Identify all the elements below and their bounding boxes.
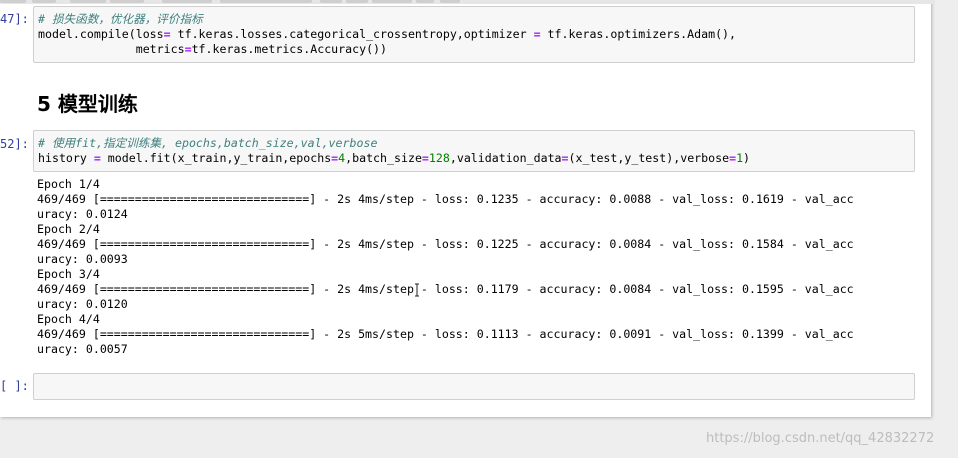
cell-prompt: [ ]: [0,379,29,393]
toolbar-button[interactable] [346,0,368,3]
code-editor[interactable]: # 损失函数，优化器，评价指标 model.compile(loss= tf.k… [33,6,915,63]
output-line: 469/469 [==============================]… [37,237,854,251]
output-line: uracy: 0.0057 [37,342,128,356]
toolbar-button[interactable] [372,0,412,3]
output-line: 469/469 [==============================]… [37,282,854,296]
code-editor[interactable]: # 使用fit,指定训练集, epochs,batch_size,val,ver… [33,130,915,172]
toolbar-button[interactable] [110,0,144,3]
toolbar-button[interactable] [220,0,312,3]
toolbar-button[interactable] [320,0,342,3]
toolbar-button[interactable] [416,0,434,3]
cell-prompt: 52]: [0,137,29,151]
notebook-page: 47]: # 损失函数，优化器，评价指标 model.compile(loss=… [0,0,958,417]
output-line: Epoch 2/4 [37,222,100,236]
output-line: 469/469 [==============================]… [37,327,854,341]
code-comment: # 损失函数，优化器，评价指标 [38,12,203,26]
text-cursor-icon [415,283,419,297]
code-line: history = model.fit(x_train,y_train,epoc… [38,151,751,165]
output-line: uracy: 0.0120 [37,297,128,311]
toolbar-button[interactable] [0,0,26,3]
cell-prompt: 47]: [0,12,29,26]
section-heading: 5 模型训练 [37,92,138,116]
page-scrollbar[interactable] [935,0,958,458]
code-comment: # 使用fit,指定训练集, epochs,batch_size,val,ver… [38,136,378,150]
output-line: Epoch 4/4 [37,312,100,326]
toolbar-button[interactable] [70,0,106,3]
code-line: model.compile(loss= tf.keras.losses.cate… [38,27,737,41]
output-line: 469/469 [==============================]… [37,192,854,206]
output-line: Epoch 1/4 [37,177,100,191]
toolbar-button[interactable] [162,0,212,3]
output-line: Epoch 3/4 [37,267,100,281]
output-line: uracy: 0.0124 [37,207,128,221]
toolbar-button[interactable] [32,0,56,3]
code-editor-empty[interactable] [33,373,915,400]
toolbar-button[interactable] [440,0,460,3]
output-line: uracy: 0.0093 [37,252,128,266]
watermark-text: https://blog.csdn.net/qq_42832272 [706,431,935,446]
code-line: metrics=tf.keras.metrics.Accuracy()) [38,42,388,56]
